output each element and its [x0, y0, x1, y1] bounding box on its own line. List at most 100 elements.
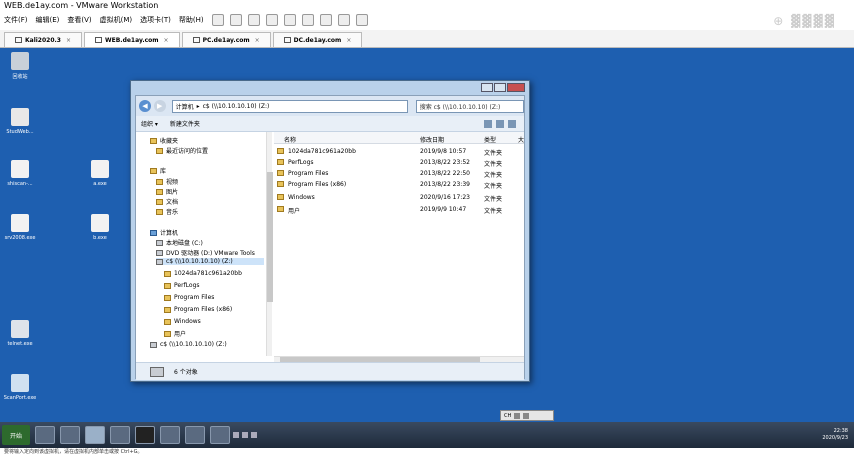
desktop-icon-a-exe[interactable]: a.exe	[78, 160, 122, 187]
close-icon[interactable]: ×	[66, 37, 71, 44]
address-row: ◀ ▶ 计算机 ▸ c$ (\\10.10.10.10) (Z:) 搜索 c$ …	[136, 96, 524, 116]
tab-web[interactable]: WEB.de1ay.com ×	[84, 32, 180, 47]
taskbar-powershell-icon[interactable]	[60, 426, 80, 444]
folder-icon	[277, 206, 284, 212]
nav-music[interactable]: 音乐	[156, 207, 178, 216]
help-icon[interactable]	[514, 412, 521, 419]
nav-recent-places[interactable]: 最近访问的位置	[156, 146, 208, 155]
nav-videos[interactable]: 视频	[156, 177, 178, 186]
send-ctrl-alt-del-icon[interactable]	[229, 14, 242, 26]
nav-sub-folder[interactable]: Program Files (x86)	[164, 306, 232, 313]
taskbar-tool2-icon[interactable]	[210, 426, 230, 444]
scroll-thumb[interactable]	[267, 172, 273, 302]
change-view-icon[interactable]	[484, 119, 492, 128]
file-row[interactable]: PerfLogs 2013/8/22 23:52 文件夹	[274, 157, 524, 168]
tab-pc[interactable]: PC.de1ay.com ×	[181, 32, 271, 47]
desktop-icon-studweb[interactable]: StudWeb...	[0, 108, 42, 135]
taskbar-ie-icon[interactable]	[160, 426, 180, 444]
revert-snapshot-icon[interactable]	[265, 14, 278, 26]
taskbar-tool-icon[interactable]	[185, 426, 205, 444]
nav-sub-folder[interactable]: Windows	[164, 318, 201, 325]
file-row[interactable]: 用户 2019/9/9 10:47 文件夹	[274, 204, 524, 215]
taskbar-explorer-icon[interactable]	[85, 426, 105, 444]
nav-favorites[interactable]: 收藏夹	[150, 136, 178, 145]
nav-sub-folder[interactable]: 用户	[164, 329, 186, 338]
preview-pane-icon[interactable]	[496, 119, 504, 128]
snapshot-manager-icon[interactable]	[283, 14, 296, 26]
column-size[interactable]: 大	[518, 135, 524, 144]
console-view-icon[interactable]	[337, 14, 350, 26]
taskbar-cmd-icon[interactable]	[135, 426, 155, 444]
nav-sub-folder[interactable]: Program Files	[164, 294, 214, 301]
nav-libraries[interactable]: 库	[150, 166, 166, 175]
nav-sub-folder[interactable]: PerfLogs	[164, 282, 200, 289]
nav-dvd-drive[interactable]: DVD 驱动器 (D:) VMware Tools	[156, 248, 255, 257]
command-bar: 组织 ▾ 新建文件夹	[136, 116, 524, 132]
forward-icon[interactable]: ▶	[153, 100, 166, 112]
file-row[interactable]: Windows 2020/9/16 17:23 文件夹	[274, 192, 524, 203]
start-button[interactable]: 开始	[2, 425, 30, 445]
music-icon	[156, 208, 163, 215]
nav-documents[interactable]: 文档	[156, 197, 178, 206]
nav-scrollbar[interactable]	[266, 132, 273, 356]
search-input[interactable]: 搜索 c$ (\\10.10.10.10) (Z:)	[415, 99, 524, 113]
close-icon[interactable]: ×	[255, 37, 260, 44]
close-icon[interactable]: ×	[164, 37, 169, 44]
fullscreen-icon[interactable]	[301, 14, 314, 26]
close-icon[interactable]: ×	[346, 37, 351, 44]
column-date[interactable]: 修改日期	[420, 135, 444, 144]
organize-button[interactable]: 组织 ▾	[141, 119, 158, 128]
menu-file[interactable]: 文件(F)	[4, 15, 28, 25]
tab-dc[interactable]: DC.de1ay.com ×	[272, 32, 363, 47]
column-type[interactable]: 类型	[484, 135, 496, 144]
column-name[interactable]: 名称	[284, 135, 296, 144]
flag-tray-icon[interactable]	[251, 432, 257, 438]
snapshot-icon[interactable]	[247, 14, 260, 26]
back-icon[interactable]: ◀	[139, 100, 151, 112]
clock[interactable]: 22:38 2020/9/23	[822, 428, 848, 442]
volume-tray-icon[interactable]	[242, 432, 248, 438]
desktop-icon-recycle-bin[interactable]: 回收站	[0, 52, 42, 80]
breadcrumb-share[interactable]: c$ (\\10.10.10.10) (Z:)	[203, 103, 270, 110]
menu-edit[interactable]: 编辑(E)	[36, 15, 60, 25]
ime-language-bar[interactable]: CH	[500, 410, 554, 421]
desktop-icon-scanport[interactable]: ScanPort.exe	[0, 374, 42, 401]
minimize-icon[interactable]	[481, 83, 493, 92]
desktop-icon-b-exe[interactable]: b.exe	[78, 214, 122, 241]
address-bar[interactable]: 计算机 ▸ c$ (\\10.10.10.10) (Z:)	[171, 99, 408, 113]
new-folder-button[interactable]: 新建文件夹	[170, 119, 200, 128]
unity-icon[interactable]	[319, 14, 332, 26]
network-drive-icon	[150, 341, 157, 348]
help-icon[interactable]	[508, 119, 516, 128]
options-icon[interactable]	[523, 412, 530, 419]
menu-view[interactable]: 查看(V)	[67, 15, 91, 25]
maximize-icon[interactable]	[494, 83, 506, 92]
file-row[interactable]: 1024da781c961a20bb 2019/9/8 10:57 文件夹	[274, 146, 524, 157]
tab-kali[interactable]: Kali2020.3 ×	[4, 32, 82, 47]
menu-vm[interactable]: 虚拟机(M)	[100, 15, 133, 25]
nav-network-share[interactable]: c$ (\\10.10.10.10) (Z:)	[156, 258, 264, 265]
taskbar-server-manager-icon[interactable]	[35, 426, 55, 444]
nav-pictures[interactable]: 图片	[156, 187, 178, 196]
network-tray-icon[interactable]	[233, 432, 239, 438]
nav-network-share-2[interactable]: c$ (\\10.10.10.10) (Z:)	[150, 341, 227, 348]
file-row[interactable]: Program Files (x86) 2013/8/22 23:39 文件夹	[274, 179, 524, 190]
file-row[interactable]: Program Files 2013/8/22 22:50 文件夹	[274, 168, 524, 179]
menu-tabs[interactable]: 选项卡(T)	[140, 15, 171, 25]
desktop-icon-shiscan[interactable]: shiscan-...	[0, 160, 42, 187]
menu-help[interactable]: 帮助(H)	[179, 15, 204, 25]
vm-icon	[283, 37, 291, 43]
network-drive-icon	[156, 258, 163, 265]
explorer-window[interactable]: ◀ ▶ 计算机 ▸ c$ (\\10.10.10.10) (Z:) 搜索 c$ …	[130, 80, 530, 382]
close-icon[interactable]	[507, 83, 525, 92]
navigation-pane: 收藏夹 最近访问的位置 库 视频 图片 文档 音乐 计算机 本地磁盘 (C:) …	[136, 132, 272, 356]
nav-sub-folder[interactable]: 1024da781c961a20bb	[164, 270, 242, 277]
stretch-view-icon[interactable]	[355, 14, 368, 26]
desktop-icon-srv2008[interactable]: srv2008.exe	[0, 214, 42, 241]
nav-local-disk[interactable]: 本地磁盘 (C:)	[156, 238, 203, 247]
taskbar-network-icon[interactable]	[110, 426, 130, 444]
desktop-icon-telnet[interactable]: telnet.exe	[0, 320, 42, 347]
nav-computer[interactable]: 计算机	[150, 228, 178, 237]
pause-icon[interactable]	[211, 14, 224, 26]
breadcrumb-computer[interactable]: 计算机	[176, 102, 194, 111]
